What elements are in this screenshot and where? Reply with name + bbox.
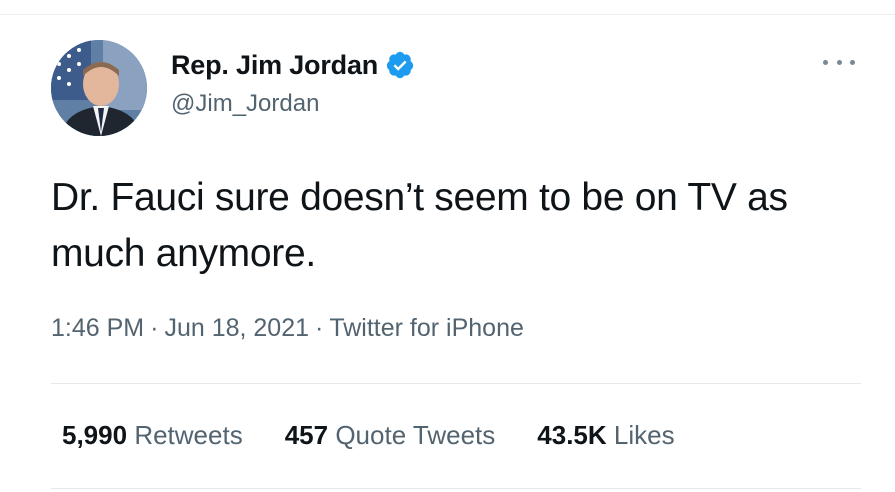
- tweet-card: Rep. Jim Jordan @Jim_Jordan Dr. Fauci su…: [0, 0, 895, 492]
- meta-separator: ·: [150, 314, 159, 342]
- likes-label: Likes: [613, 420, 675, 450]
- retweets-count: 5,990: [62, 420, 128, 450]
- avatar-image: [51, 40, 147, 136]
- likes-stat[interactable]: 43.5K Likes: [537, 420, 674, 451]
- top-divider: [0, 14, 895, 15]
- tweet-source[interactable]: Twitter for iPhone: [329, 314, 524, 342]
- tweet-text: Dr. Fauci sure doesn’t seem to be on TV …: [51, 176, 788, 275]
- more-dot: [836, 59, 842, 65]
- more-options-icon[interactable]: [823, 50, 855, 74]
- stats-top-divider: [51, 383, 861, 384]
- tweet-date[interactable]: Jun 18, 2021: [164, 314, 309, 342]
- tweet-meta: 1:46 PM · Jun 18, 2021 · Twitter for iPhone: [51, 314, 524, 343]
- avatar[interactable]: [51, 40, 147, 136]
- quote-tweets-count: 457: [284, 420, 329, 450]
- display-name[interactable]: Rep. Jim Jordan: [171, 50, 378, 81]
- handle[interactable]: @Jim_Jordan: [171, 90, 415, 118]
- tweet-time[interactable]: 1:46 PM: [51, 314, 144, 342]
- name-row: Rep. Jim Jordan: [171, 48, 415, 82]
- retweets-stat[interactable]: 5,990 Retweets: [62, 420, 243, 451]
- quote-tweets-label: Quote Tweets: [335, 420, 496, 450]
- retweets-label: Retweets: [134, 420, 243, 450]
- quote-tweets-stat[interactable]: 457 Quote Tweets: [285, 420, 496, 451]
- engagement-stats: 5,990 Retweets 457 Quote Tweets 43.5K Li…: [62, 420, 717, 451]
- more-dot: [850, 59, 855, 65]
- more-dot: [823, 59, 828, 65]
- meta-separator: ·: [315, 314, 324, 342]
- stats-bottom-divider: [51, 488, 861, 489]
- author-block: Rep. Jim Jordan @Jim_Jordan: [171, 48, 415, 118]
- verified-badge-icon: [385, 50, 415, 80]
- likes-count: 43.5K: [537, 420, 607, 450]
